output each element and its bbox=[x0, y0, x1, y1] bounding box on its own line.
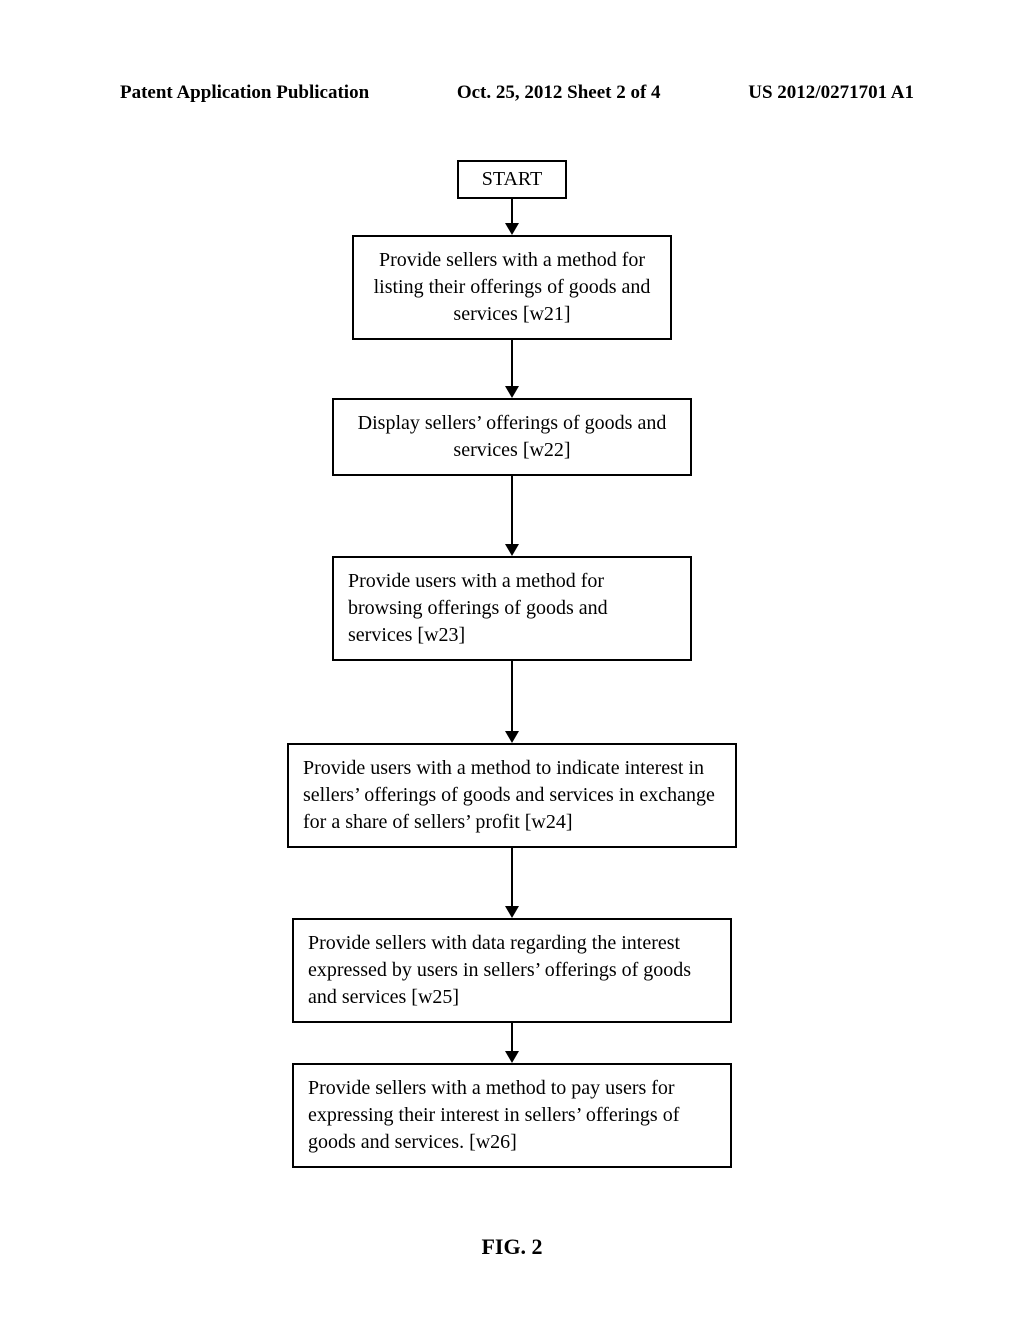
flowchart: START Provide sellers with a method for … bbox=[0, 160, 1024, 1168]
node-start: START bbox=[457, 160, 567, 199]
node-w22: Display sellers’ offerings of goods and … bbox=[332, 398, 692, 476]
node-w23: Provide users with a method for browsing… bbox=[332, 556, 692, 661]
node-w21: Provide sellers with a method for listin… bbox=[352, 235, 672, 340]
node-label: Provide users with a method for browsing… bbox=[348, 570, 608, 646]
node-label: Provide sellers with a method for listin… bbox=[374, 249, 651, 325]
node-w25: Provide sellers with data regarding the … bbox=[292, 918, 732, 1023]
node-label: START bbox=[482, 168, 543, 190]
arrow-icon bbox=[505, 661, 519, 743]
node-label: Display sellers’ offerings of goods and … bbox=[358, 412, 667, 461]
header-center: Oct. 25, 2012 Sheet 2 of 4 bbox=[457, 82, 661, 104]
arrow-icon bbox=[505, 848, 519, 918]
figure-caption: FIG. 2 bbox=[0, 1234, 1024, 1260]
node-label: Provide sellers with data regarding the … bbox=[308, 932, 691, 1008]
arrow-icon bbox=[505, 199, 519, 235]
arrow-icon bbox=[505, 340, 519, 398]
header-right: US 2012/0271701 A1 bbox=[748, 82, 914, 104]
arrow-icon bbox=[505, 476, 519, 556]
node-w24: Provide users with a method to indicate … bbox=[287, 743, 737, 848]
header-left: Patent Application Publication bbox=[120, 82, 369, 104]
page: Patent Application Publication Oct. 25, … bbox=[0, 0, 1024, 1320]
node-label: Provide users with a method to indicate … bbox=[303, 757, 715, 833]
arrow-icon bbox=[505, 1023, 519, 1063]
node-label: Provide sellers with a method to pay use… bbox=[308, 1077, 679, 1153]
node-w26: Provide sellers with a method to pay use… bbox=[292, 1063, 732, 1168]
page-header: Patent Application Publication Oct. 25, … bbox=[0, 82, 1024, 104]
